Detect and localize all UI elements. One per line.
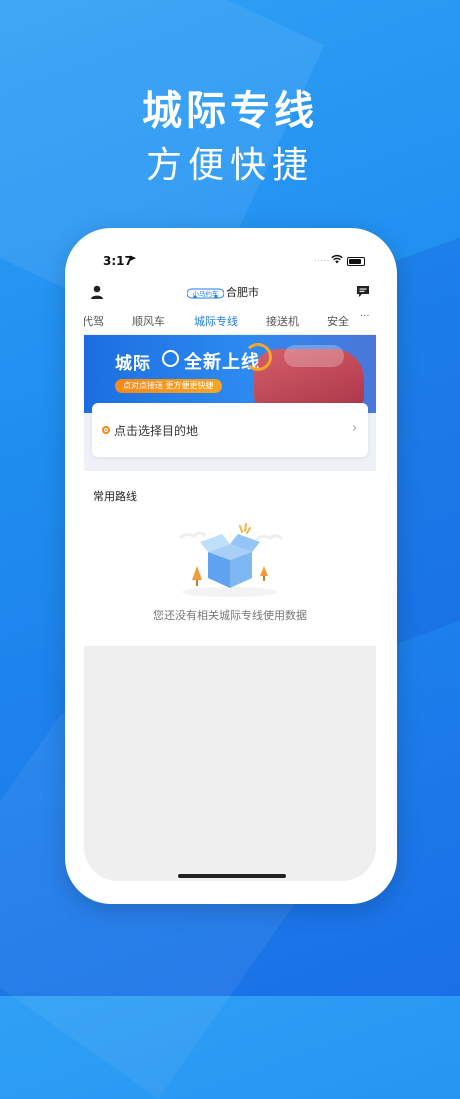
user-icon[interactable] (89, 284, 105, 300)
city-selector[interactable]: 合肥市 (226, 284, 259, 300)
empty-box-icon (178, 523, 284, 597)
more-tabs-icon[interactable]: ··· (360, 311, 370, 322)
wifi-icon (331, 254, 343, 264)
chevron-right-icon: › (352, 421, 358, 436)
location-arrow-icon: ➤ (129, 254, 137, 264)
svg-text:小马约车: 小马约车 (193, 289, 220, 298)
car-badge-icon (162, 350, 179, 367)
tab-shunfengche[interactable]: 顺风车 (132, 313, 165, 329)
destination-dot-icon (102, 426, 110, 434)
promo-banner[interactable]: 城际 全新上线 点对点接送 更方便更快捷 (84, 335, 376, 413)
tab-daijia[interactable]: 代驾 (84, 313, 104, 329)
app-header: 小马约车 合肥市 (84, 280, 376, 306)
promo-subtitle: 方便快捷 (145, 145, 314, 186)
app-logo: 小马约车 (187, 288, 224, 299)
car-window (284, 345, 344, 367)
tab-intercity[interactable]: 城际专线 (194, 313, 238, 329)
signal-icon: ····· (314, 257, 331, 265)
message-icon[interactable] (356, 285, 370, 298)
tab-airport-transfer[interactable]: 接送机 (266, 313, 299, 329)
promo-title: 城际专线 (142, 88, 318, 134)
home-indicator[interactable] (178, 874, 286, 878)
banner-title-part1: 城际 (115, 354, 151, 374)
status-bar: 3:17 ➤ ····· (84, 236, 376, 278)
tab-safety[interactable]: 安全 (327, 313, 349, 329)
battery-icon (347, 257, 365, 266)
banner-area: 城际 全新上线 点对点接送 更方便更快捷 点击选择目的地 › (84, 335, 376, 471)
destination-placeholder: 点击选择目的地 (114, 424, 199, 438)
banner-tagline: 点对点接送 更方便更快捷 (115, 379, 222, 393)
content-background (84, 646, 376, 881)
common-routes-title: 常用路线 (93, 490, 137, 503)
app-screen: 3:17 ➤ ····· 小马约车 合肥市 代驾 顺风车 城际专线 接送机 安全… (84, 236, 376, 881)
service-tabs: 代驾 顺风车 城际专线 接送机 安全 ··· (84, 308, 376, 335)
banner-ring-decoration (244, 343, 272, 371)
destination-selector[interactable]: 点击选择目的地 › (92, 403, 368, 457)
empty-state-text: 您还没有相关城际专线使用数据 (153, 609, 307, 622)
